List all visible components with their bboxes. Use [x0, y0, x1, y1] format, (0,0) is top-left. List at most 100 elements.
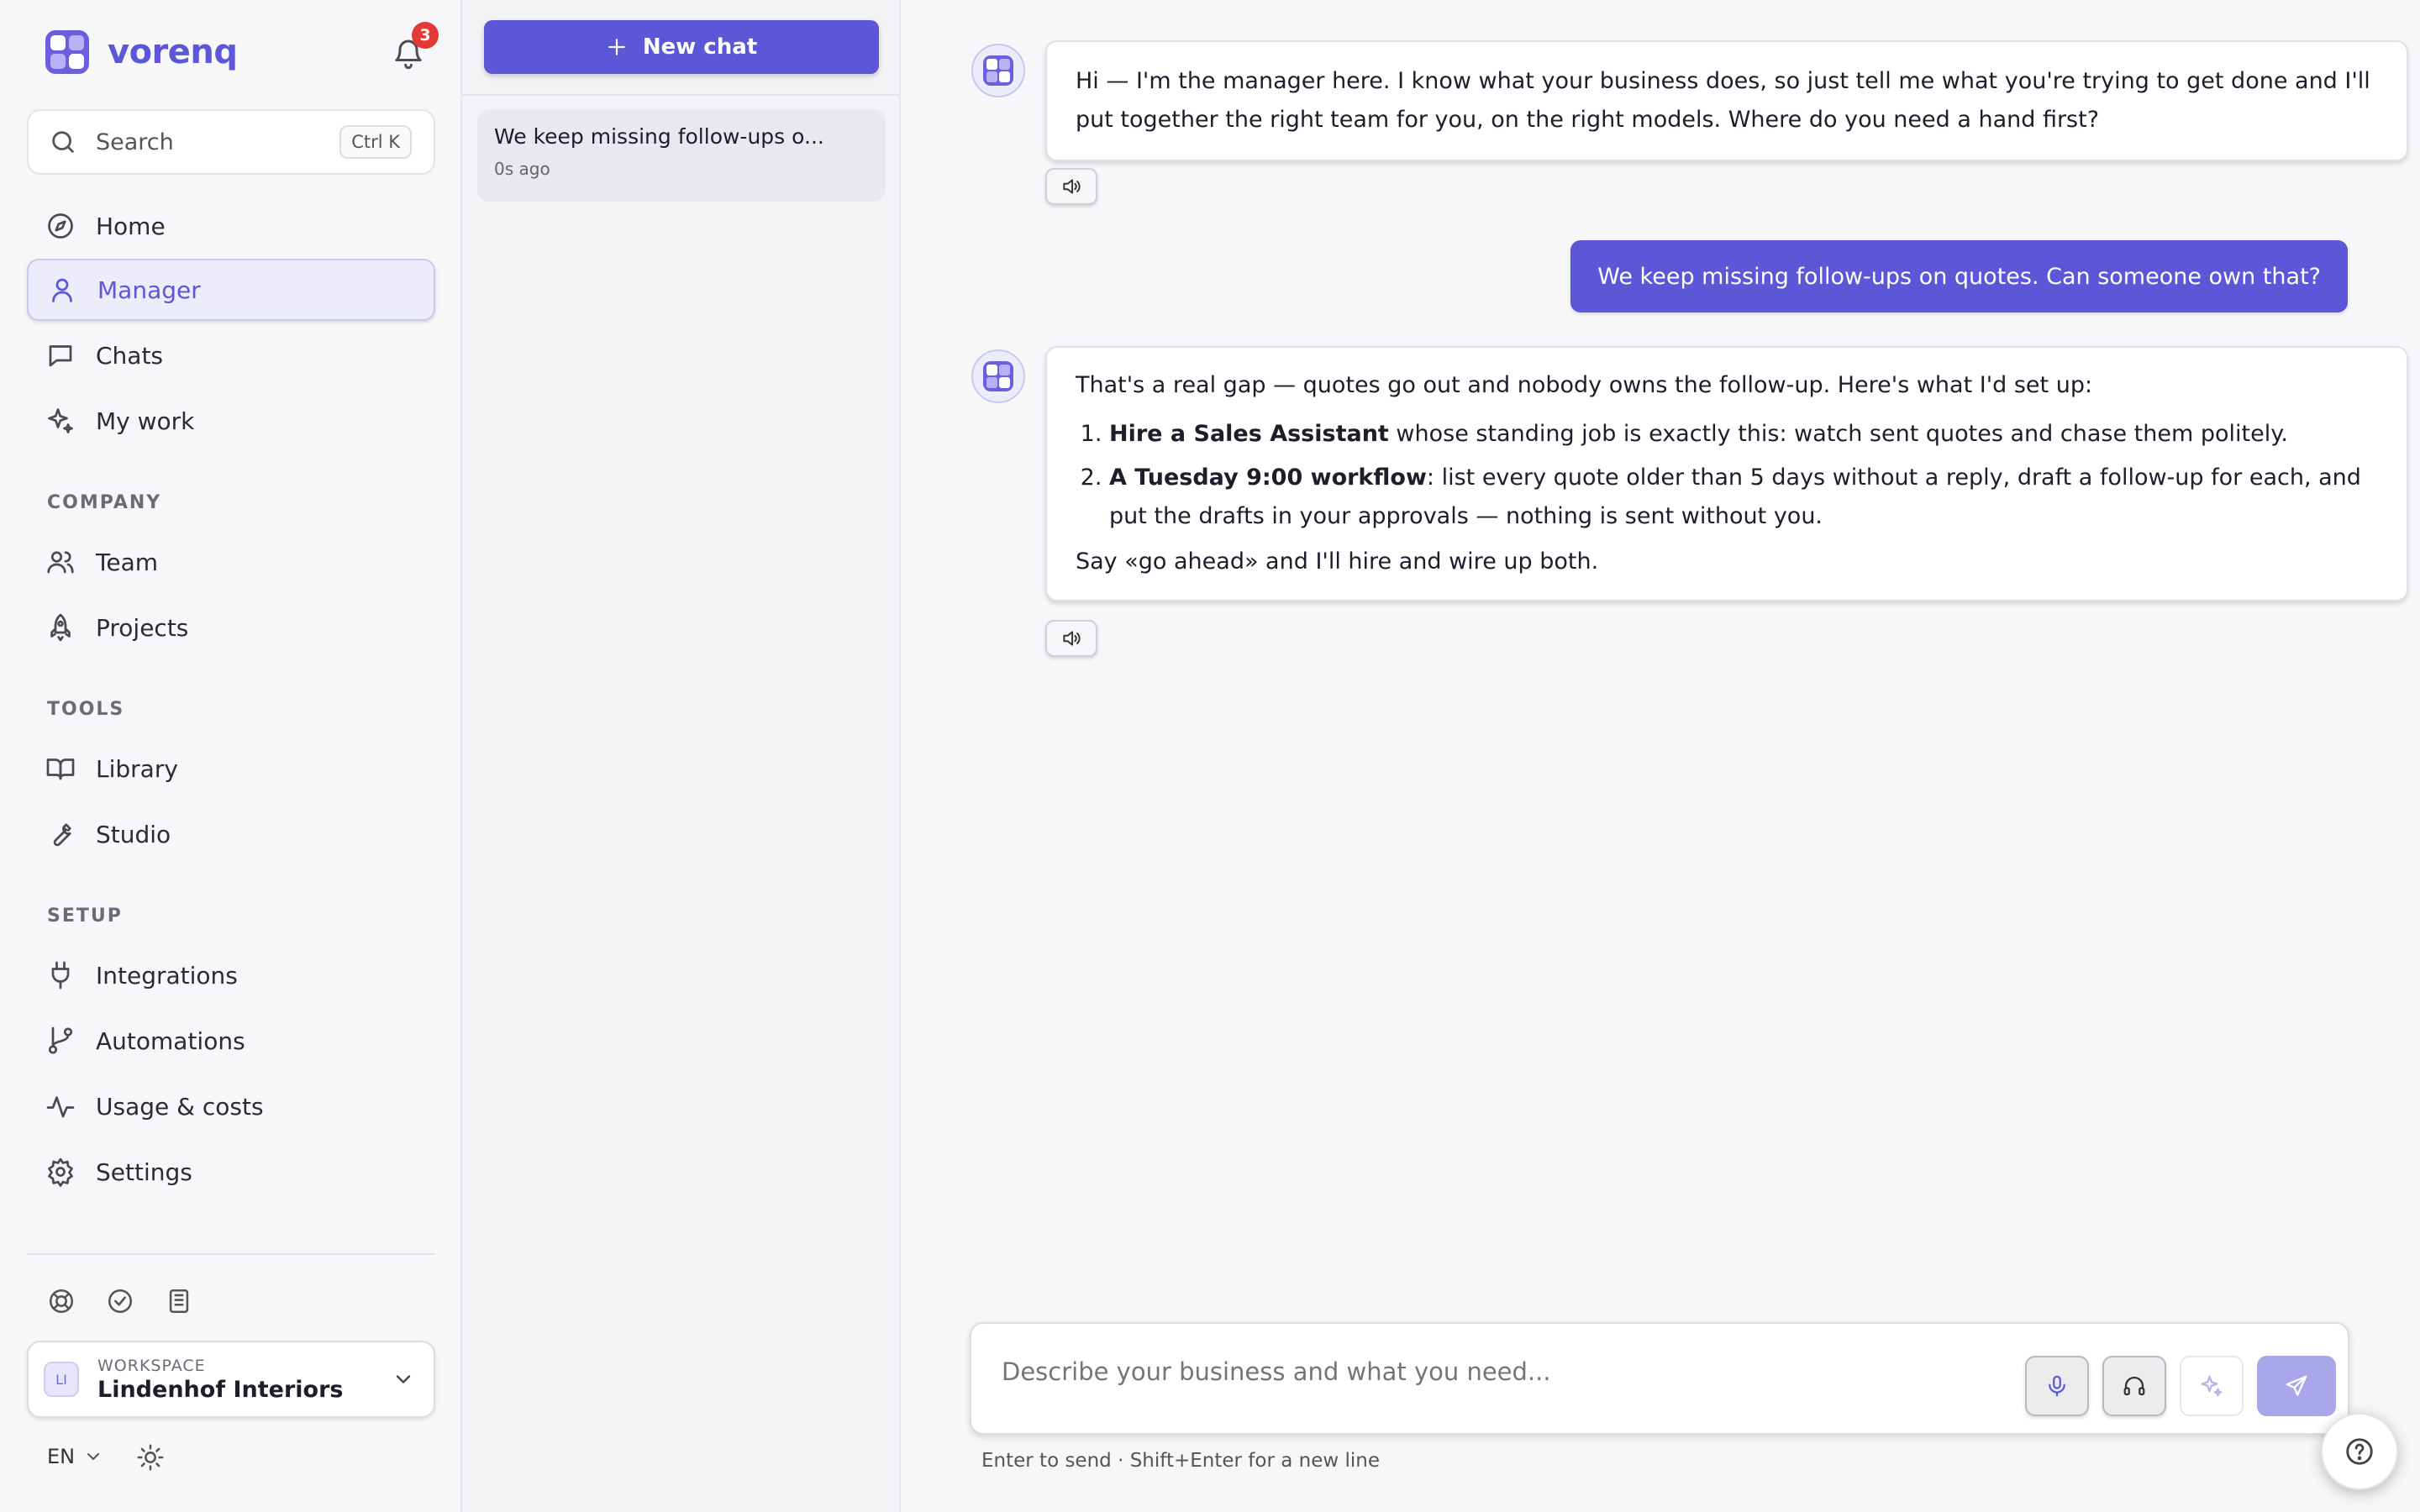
chat-list-divider	[462, 94, 899, 96]
sidebar-item-label: Home	[96, 212, 166, 240]
user-message: We keep missing follow-ups on quotes. Ca…	[1570, 240, 2348, 312]
users-icon	[45, 547, 76, 577]
chat-timestamp: 0s ago	[494, 159, 550, 179]
search-shortcut: Ctrl K	[339, 125, 412, 159]
sidebar-divider	[27, 1253, 435, 1255]
read-aloud-button[interactable]	[1045, 620, 1097, 657]
notification-badge: 3	[412, 22, 439, 49]
chat-bubble-icon	[45, 340, 76, 370]
search-input[interactable]: Search Ctrl K	[27, 109, 435, 175]
document-icon[interactable]	[165, 1287, 193, 1315]
sidebar-item-automations[interactable]: Automations	[27, 1010, 435, 1072]
conversation-panel: Hi — I'm the manager here. I know what y…	[901, 0, 2420, 1512]
sidebar-item-integrations[interactable]: Integrations	[27, 944, 435, 1006]
sparkle-icon	[2201, 1375, 2223, 1397]
workspace-switcher[interactable]: LI WORKSPACE Lindenhof Interiors	[27, 1341, 435, 1418]
sparkle-icon	[45, 406, 76, 436]
section-label-tools: TOOLS	[47, 699, 125, 720]
headphones-icon	[2123, 1376, 2145, 1396]
speaker-icon	[1063, 179, 1081, 194]
language-selector[interactable]: EN	[47, 1445, 103, 1468]
sidebar-item-label: Automations	[96, 1026, 245, 1055]
shield-check-icon[interactable]	[106, 1287, 134, 1315]
sidebar-item-library[interactable]: Library	[27, 738, 435, 800]
sidebar-item-label: Team	[96, 548, 159, 576]
chevron-down-icon	[392, 1368, 415, 1391]
search-placeholder: Search	[96, 129, 174, 155]
microphone-button[interactable]	[2025, 1356, 2089, 1416]
language-label: EN	[47, 1445, 76, 1468]
sidebar-footer-icons	[47, 1287, 193, 1315]
send-icon	[2286, 1375, 2307, 1396]
plus-icon	[606, 36, 628, 58]
assistant-message: Hi — I'm the manager here. I know what y…	[1045, 40, 2408, 161]
sidebar: vorenq 3 Search Ctrl K Home Manager Chat…	[0, 0, 462, 1512]
sidebar-item-label: Projects	[96, 613, 189, 642]
message-text: We keep missing follow-ups on quotes. Ca…	[1597, 263, 2321, 290]
vorenq-logo-icon	[983, 55, 1013, 86]
message-list: Hire a Sales Assistant whose standing jo…	[1109, 415, 2378, 536]
message-outro: Say «go ahead» and I'll hire and wire up…	[1076, 549, 1599, 575]
workspace-name: Lindenhof Interiors	[97, 1376, 344, 1403]
voice-mode-button[interactable]	[2102, 1356, 2166, 1416]
list-item-bold: Hire a Sales Assistant	[1109, 421, 1389, 447]
send-button[interactable]	[2257, 1356, 2336, 1416]
user-icon	[47, 275, 77, 305]
sidebar-item-label: Usage & costs	[96, 1092, 264, 1121]
read-aloud-button[interactable]	[1045, 168, 1097, 205]
message-text: Hi — I'm the manager here. I know what y…	[1076, 68, 2370, 133]
composer-hint: Enter to send · Shift+Enter for a new li…	[981, 1450, 1380, 1472]
help-icon	[2346, 1438, 2373, 1465]
workspace-avatar: LI	[44, 1362, 79, 1397]
chat-list-panel: New chat We keep missing follow-ups o...…	[462, 0, 901, 1512]
manager-avatar	[971, 44, 1025, 97]
sidebar-item-label: My work	[96, 407, 195, 435]
sidebar-item-manager[interactable]: Manager	[27, 259, 435, 321]
sidebar-item-settings[interactable]: Settings	[27, 1141, 435, 1203]
sidebar-item-label: Library	[96, 754, 178, 783]
list-item: Hire a Sales Assistant whose standing jo…	[1109, 415, 2378, 454]
sidebar-item-label: Settings	[96, 1158, 192, 1186]
section-label-setup: SETUP	[47, 906, 123, 927]
assistant-message: That's a real gap — quotes go out and no…	[1045, 346, 2408, 601]
brand[interactable]: vorenq	[44, 29, 238, 76]
sidebar-item-label: Manager	[97, 276, 201, 304]
chat-title: We keep missing follow-ups o...	[494, 124, 824, 149]
compass-icon	[45, 211, 76, 241]
rocket-icon	[45, 612, 76, 643]
sun-icon[interactable]	[136, 1443, 165, 1472]
book-icon	[45, 753, 76, 784]
sidebar-item-my-work[interactable]: My work	[27, 390, 435, 452]
new-chat-button[interactable]: New chat	[484, 20, 879, 74]
manager-avatar	[971, 349, 1025, 403]
search-icon	[49, 128, 77, 156]
sidebar-item-studio[interactable]: Studio	[27, 803, 435, 865]
section-label-company: COMPANY	[47, 492, 162, 513]
sidebar-item-team[interactable]: Team	[27, 531, 435, 593]
speaker-icon	[1063, 631, 1081, 646]
message-input[interactable]	[1002, 1357, 2010, 1386]
list-item-text: whose standing job is exactly this: watc…	[1388, 421, 2288, 447]
brand-name: vorenq	[108, 33, 238, 71]
vorenq-logo-icon	[44, 29, 91, 76]
message-intro: That's a real gap — quotes go out and no…	[1076, 372, 2093, 398]
list-item[interactable]: We keep missing follow-ups o... 0s ago	[477, 109, 886, 202]
git-branch-icon	[45, 1026, 76, 1056]
wrench-icon	[45, 819, 76, 849]
sidebar-item-label: Studio	[96, 820, 171, 848]
workspace-label: WORKSPACE	[97, 1356, 206, 1375]
sidebar-item-label: Chats	[96, 341, 164, 370]
sidebar-item-chats[interactable]: Chats	[27, 324, 435, 386]
lifebuoy-icon[interactable]	[47, 1287, 76, 1315]
sidebar-item-home[interactable]: Home	[27, 195, 435, 257]
list-item: A Tuesday 9:00 workflow: list every quot…	[1109, 459, 2378, 536]
list-item-bold: A Tuesday 9:00 workflow	[1109, 465, 1427, 491]
vorenq-logo-icon	[983, 361, 1013, 391]
sidebar-item-projects[interactable]: Projects	[27, 596, 435, 659]
enhance-prompt-button[interactable]	[2180, 1356, 2244, 1416]
plug-icon	[45, 960, 76, 990]
sidebar-item-usage[interactable]: Usage & costs	[27, 1075, 435, 1137]
sidebar-item-label: Integrations	[96, 961, 238, 990]
help-button[interactable]	[2321, 1413, 2398, 1490]
activity-icon	[45, 1091, 76, 1121]
